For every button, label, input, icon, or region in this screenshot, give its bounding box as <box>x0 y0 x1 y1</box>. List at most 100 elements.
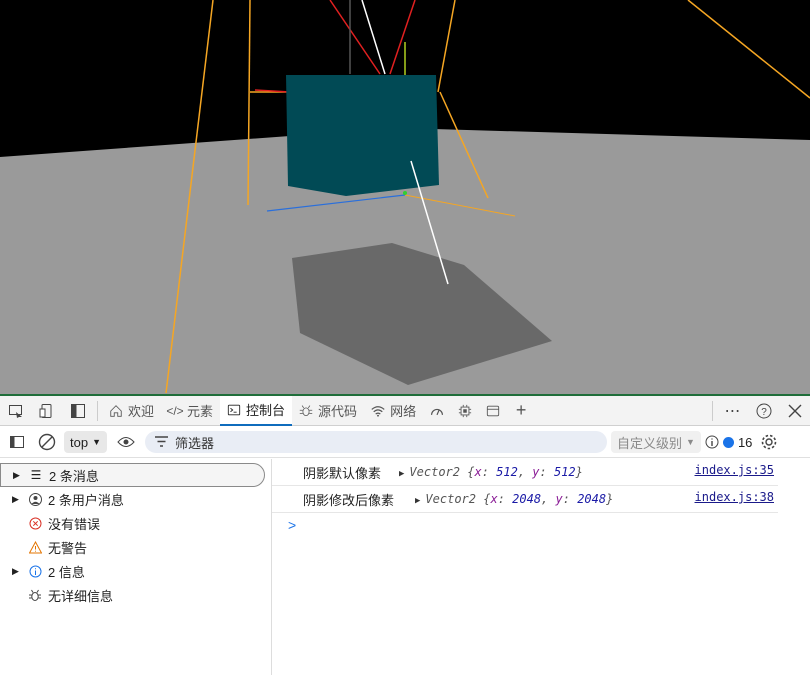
tab-sources[interactable]: 源代码 <box>292 396 364 426</box>
scene-svg <box>0 0 810 394</box>
log-level-dropdown[interactable]: 自定义级别 ▼ <box>611 431 701 453</box>
tab-application[interactable] <box>479 396 507 426</box>
expand-arrow-icon[interactable]: ▶ <box>399 469 404 479</box>
console-filter-bar: top ▼ 筛选器 自定义级别 ▼ 16 <box>0 427 810 458</box>
application-icon <box>486 403 500 419</box>
sidebar-item-info[interactable]: ▶ 2 信息 <box>0 559 265 583</box>
sidebar-item-user-messages[interactable]: ▶ 2 条用户消息 <box>0 487 265 511</box>
filter-input[interactable]: 筛选器 <box>145 431 607 453</box>
source-link[interactable]: index.js:38 <box>695 490 774 504</box>
info-icon <box>28 565 42 578</box>
tab-memory[interactable] <box>451 396 479 426</box>
expand-arrow-icon[interactable]: ▶ <box>415 496 420 506</box>
expand-arrow-icon[interactable]: ▶ <box>13 470 23 481</box>
svg-text:?: ? <box>761 407 767 418</box>
log-message-text: 阴影修改后像素 <box>303 492 395 508</box>
log-object-preview[interactable]: ▶ Vector2 {x: 512, y: 512} <box>399 465 583 479</box>
toolbar-divider <box>712 400 713 421</box>
error-icon <box>28 517 42 530</box>
sidebar-toggle-icon[interactable] <box>4 427 30 457</box>
chevron-down-icon: ▼ <box>686 437 695 447</box>
log-message-text: 阴影默认像素 <box>303 465 382 481</box>
light-helper-line <box>389 0 416 75</box>
close-icon[interactable] <box>779 396 810 426</box>
live-expression-eye-icon[interactable] <box>111 427 141 457</box>
light-helper-line <box>361 0 386 75</box>
expand-arrow-icon[interactable]: ▶ <box>12 566 22 577</box>
sidebar-item-label: 2 条消息 <box>49 468 99 484</box>
console-output[interactable]: 阴影默认像素 ▶ Vector2 {x: 512, y: 512} index.j… <box>272 459 810 675</box>
camera-helper-line <box>687 0 810 99</box>
dock-side-icon[interactable] <box>62 396 93 426</box>
tab-console[interactable]: 控制台 <box>220 395 293 426</box>
sidebar-item-errors[interactable]: 没有错误 <box>0 511 265 535</box>
expand-arrow-icon[interactable]: ▶ <box>12 494 22 505</box>
add-tab-button[interactable]: + <box>507 396 535 426</box>
tab-welcome[interactable]: 欢迎 <box>102 396 161 426</box>
context-value: top <box>70 434 89 450</box>
filter-icon <box>155 435 168 450</box>
toolbar-divider <box>97 400 98 421</box>
log-level-value: 自定义级别 <box>617 435 683 451</box>
tab-console-label: 控制台 <box>246 403 286 418</box>
object-x-value: 2048 <box>512 492 542 506</box>
home-icon <box>109 403 123 419</box>
user-circle-icon <box>28 492 42 506</box>
webgl-canvas[interactable] <box>0 0 810 396</box>
device-emulation-icon[interactable] <box>31 396 62 426</box>
object-y-value: 2048 <box>577 492 607 506</box>
tab-performance[interactable] <box>423 396 451 426</box>
console-prompt[interactable]: > <box>272 513 810 537</box>
chevron-down-icon: ▼ <box>92 437 101 447</box>
object-type: Vector2 <box>409 465 460 479</box>
console-icon <box>227 402 241 418</box>
bug-icon <box>28 589 42 602</box>
console-sidebar: ▶ ☰ 2 条消息 ▶ 2 条用户消息 没有错误 无警告 ▶ 2 信息 无详细信… <box>0 459 272 675</box>
sidebar-item-label: 2 条用户消息 <box>48 492 124 508</box>
toolbar-right: ⋯ ? <box>708 396 810 426</box>
sidebar-item-messages[interactable]: ▶ ☰ 2 条消息 <box>0 463 265 487</box>
sidebar-item-label: 2 信息 <box>48 564 85 580</box>
console-log-row[interactable]: 阴影修改后像素 ▶ Vector2 {x: 2048, y: 2048} inde… <box>272 486 778 513</box>
issues-count[interactable]: 16 <box>738 435 752 450</box>
light-helper-line <box>329 0 381 75</box>
performance-icon <box>430 403 444 419</box>
object-y-value: 512 <box>553 465 576 479</box>
clear-console-icon[interactable] <box>34 427 60 457</box>
inspect-element-icon[interactable] <box>0 396 31 426</box>
tab-network-label: 网络 <box>390 404 417 419</box>
sidebar-item-verbose[interactable]: 无详细信息 <box>0 583 265 607</box>
object-type: Vector2 <box>425 492 476 506</box>
log-object-preview[interactable]: ▶ Vector2 {x: 2048, y: 2048} <box>415 492 613 506</box>
wifi-icon <box>371 403 385 419</box>
object-x-value: 512 <box>496 465 518 479</box>
prompt-chevron-icon: > <box>288 517 297 533</box>
tab-elements-label: 元素 <box>187 404 214 419</box>
tab-network[interactable]: 网络 <box>364 396 423 426</box>
list-icon: ☰ <box>30 468 42 482</box>
filter-placeholder: 筛选器 <box>175 435 215 451</box>
tab-elements[interactable]: </> 元素 <box>161 396 220 426</box>
tab-welcome-label: 欢迎 <box>128 404 155 419</box>
sidebar-item-label: 没有错误 <box>48 516 101 532</box>
bug-icon <box>299 403 313 419</box>
source-link[interactable]: index.js:35 <box>695 463 774 477</box>
settings-gear-icon[interactable] <box>760 433 778 451</box>
devtools-toolbar: 欢迎 </> 元素 控制台 源代码 网络 + ⋯ ? <box>0 395 810 426</box>
code-icon: </> <box>166 403 184 418</box>
memory-chip-icon <box>458 403 472 419</box>
camera-helper-line <box>437 0 456 93</box>
info-icon[interactable] <box>705 435 719 449</box>
issues-badge-icon[interactable] <box>722 436 734 448</box>
console-log-row[interactable]: 阴影默认像素 ▶ Vector2 {x: 512, y: 512} index.j… <box>272 459 778 486</box>
sidebar-item-warnings[interactable]: 无警告 <box>0 535 265 559</box>
help-icon[interactable]: ? <box>748 396 779 426</box>
axis-origin-dot <box>403 191 407 195</box>
more-options-icon[interactable]: ⋯ <box>717 396 748 426</box>
sidebar-item-label: 无详细信息 <box>48 588 114 604</box>
warning-icon <box>28 540 42 554</box>
plus-icon: + <box>515 400 527 420</box>
context-selector[interactable]: top ▼ <box>64 431 107 453</box>
tab-sources-label: 源代码 <box>318 404 358 419</box>
sidebar-item-label: 无警告 <box>48 540 88 556</box>
